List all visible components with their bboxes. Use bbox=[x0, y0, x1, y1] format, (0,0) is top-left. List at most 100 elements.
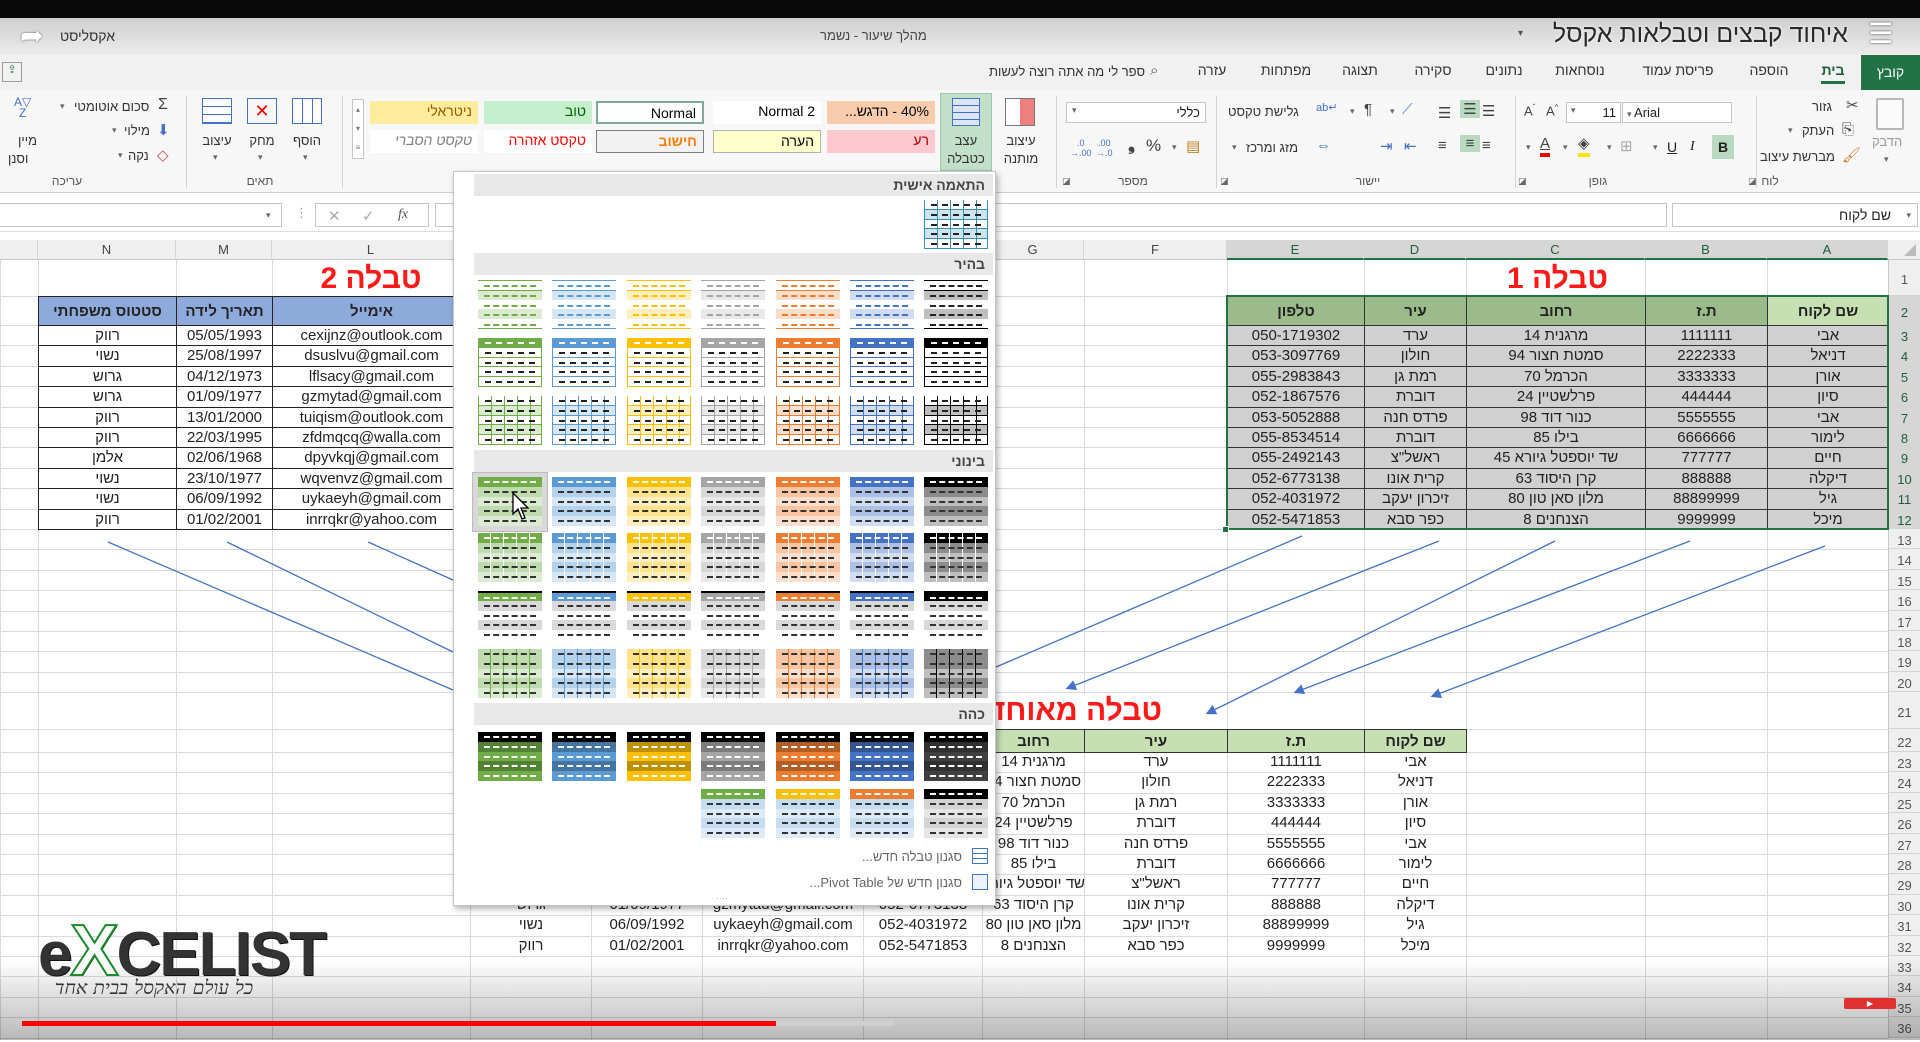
table-style-thumbnail[interactable] bbox=[478, 591, 542, 640]
table-style-thumbnail[interactable] bbox=[701, 396, 765, 445]
thumbnail-dash bbox=[558, 576, 610, 579]
thumbnail-row bbox=[924, 542, 988, 553]
table-style-thumbnail[interactable] bbox=[850, 649, 914, 698]
table-style-thumbnail[interactable] bbox=[924, 649, 988, 698]
thumbnail-row bbox=[924, 496, 988, 507]
table-style-thumbnail[interactable] bbox=[701, 591, 765, 640]
thumbnail-row bbox=[627, 435, 691, 445]
table-style-thumbnail[interactable] bbox=[478, 338, 542, 387]
table-style-thumbnail[interactable] bbox=[478, 533, 542, 582]
table-style-thumbnail[interactable] bbox=[776, 649, 840, 698]
table-style-thumbnail[interactable] bbox=[627, 533, 691, 582]
table-style-thumbnail[interactable] bbox=[701, 732, 765, 781]
thumbnail-row bbox=[776, 377, 840, 387]
table-style-thumbnail[interactable] bbox=[627, 649, 691, 698]
thumbnail-dash bbox=[931, 233, 981, 236]
thumbnail-dash bbox=[484, 692, 536, 695]
table-style-thumbnail[interactable] bbox=[478, 280, 542, 329]
thumbnail-row bbox=[478, 552, 542, 563]
table-style-thumbnail[interactable] bbox=[924, 200, 988, 249]
table-style-thumbnail[interactable] bbox=[701, 649, 765, 698]
table-style-thumbnail[interactable] bbox=[701, 338, 765, 387]
thumbnail-row bbox=[924, 533, 988, 543]
table-style-thumbnail[interactable] bbox=[850, 789, 914, 838]
table-style-thumbnail[interactable] bbox=[850, 338, 914, 387]
table-style-thumbnail[interactable] bbox=[924, 396, 988, 445]
table-style-thumbnail[interactable] bbox=[627, 591, 691, 640]
table-style-thumbnail[interactable] bbox=[776, 396, 840, 445]
thumbnail-row bbox=[776, 486, 840, 497]
table-style-thumbnail[interactable] bbox=[701, 477, 765, 526]
table-style-thumbnail[interactable] bbox=[776, 280, 840, 329]
table-style-thumbnail[interactable] bbox=[478, 396, 542, 445]
thumbnail-dash bbox=[857, 439, 907, 442]
table-style-thumbnail[interactable] bbox=[776, 533, 840, 582]
table-style-thumbnail[interactable] bbox=[627, 338, 691, 387]
table-style-thumbnail[interactable] bbox=[924, 533, 988, 582]
table-style-thumbnail[interactable] bbox=[552, 533, 616, 582]
table-style-thumbnail[interactable] bbox=[776, 732, 840, 781]
resize-grip-icon[interactable]: ···· bbox=[716, 893, 728, 903]
table-style-thumbnail[interactable] bbox=[776, 789, 840, 838]
table-style-thumbnail[interactable] bbox=[850, 591, 914, 640]
table-style-thumbnail[interactable] bbox=[701, 533, 765, 582]
table-style-thumbnail[interactable] bbox=[850, 396, 914, 445]
table-style-thumbnail[interactable] bbox=[776, 338, 840, 387]
thumbnail-row bbox=[701, 415, 765, 426]
thumbnail-dash bbox=[707, 624, 759, 627]
table-style-thumbnail[interactable] bbox=[627, 280, 691, 329]
thumbnail-dash bbox=[782, 672, 834, 675]
table-style-thumbnail[interactable] bbox=[924, 338, 988, 387]
table-style-thumbnail[interactable] bbox=[478, 649, 542, 698]
video-progress-track[interactable] bbox=[22, 1021, 894, 1026]
table-style-thumbnail[interactable] bbox=[552, 396, 616, 445]
table-style-thumbnail[interactable] bbox=[776, 591, 840, 640]
table-style-thumbnail[interactable] bbox=[924, 732, 988, 781]
arrow-line bbox=[367, 541, 454, 581]
thumbnail-dash bbox=[707, 546, 759, 549]
new-table-style-item[interactable]: סגנון טבלה חדש... bbox=[862, 849, 962, 864]
thumbnail-row bbox=[924, 600, 988, 611]
thumbnail-dash bbox=[782, 832, 834, 835]
table-style-thumbnail[interactable] bbox=[627, 477, 691, 526]
table-style-thumbnail[interactable] bbox=[850, 732, 914, 781]
thumbnail-dash bbox=[633, 520, 685, 523]
table-style-thumbnail[interactable] bbox=[924, 477, 988, 526]
table-style-thumbnail[interactable] bbox=[627, 732, 691, 781]
thumbnail-dash bbox=[782, 314, 834, 317]
subscribe-icon[interactable]: ▶ bbox=[1844, 998, 1896, 1009]
thumbnail-row bbox=[776, 415, 840, 426]
table-style-thumbnail[interactable] bbox=[701, 789, 765, 838]
thumbnail-row bbox=[776, 620, 840, 631]
thumbnail-row bbox=[924, 309, 988, 320]
thumbnail-dash bbox=[633, 634, 685, 637]
thumbnail-dash bbox=[633, 597, 685, 599]
table-style-thumbnail[interactable] bbox=[552, 591, 616, 640]
thumbnail-dash bbox=[485, 371, 535, 374]
table-style-thumbnail[interactable] bbox=[627, 396, 691, 445]
table-style-thumbnail[interactable] bbox=[478, 732, 542, 781]
thumbnail-row bbox=[850, 572, 914, 582]
thumbnail-row bbox=[776, 678, 840, 689]
thumbnail-row bbox=[850, 741, 914, 752]
table-style-thumbnail[interactable] bbox=[850, 280, 914, 329]
table-style-thumbnail[interactable] bbox=[552, 280, 616, 329]
table-style-thumbnail[interactable] bbox=[478, 477, 542, 526]
thumbnail-dash bbox=[856, 510, 908, 513]
thumbnail-row bbox=[850, 347, 914, 358]
table-style-thumbnail[interactable] bbox=[924, 789, 988, 838]
table-style-thumbnail[interactable] bbox=[924, 280, 988, 329]
table-style-thumbnail[interactable] bbox=[924, 591, 988, 640]
table-style-thumbnail[interactable] bbox=[850, 477, 914, 526]
table-style-thumbnail[interactable] bbox=[552, 338, 616, 387]
thumbnail-row bbox=[552, 477, 616, 487]
thumbnail-dash bbox=[558, 500, 610, 503]
table-style-thumbnail[interactable] bbox=[701, 280, 765, 329]
new-pivot-style-item[interactable]: סגנון חדש של Pivot Table... bbox=[809, 875, 962, 890]
table-style-thumbnail[interactable] bbox=[552, 732, 616, 781]
table-style-thumbnail[interactable] bbox=[552, 477, 616, 526]
table-style-thumbnail[interactable] bbox=[850, 533, 914, 582]
table-style-thumbnail[interactable] bbox=[776, 477, 840, 526]
thumbnail-dash bbox=[930, 576, 982, 579]
table-style-thumbnail[interactable] bbox=[552, 649, 616, 698]
